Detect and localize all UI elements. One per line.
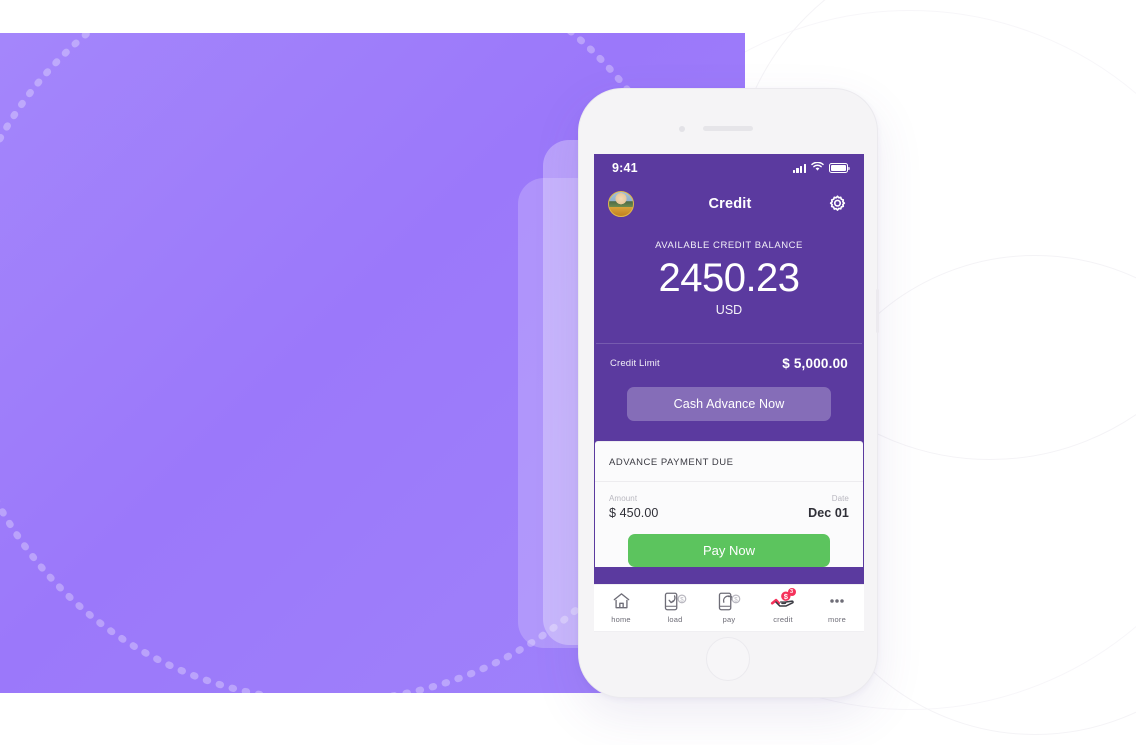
battery-icon [829,163,850,173]
tab-label: load [667,615,683,624]
tab-label: credit [773,615,793,624]
balance-currency: USD [715,303,743,317]
page-root: 9:41 Credit AVAILABLE CREDIT BALANCE 245… [0,0,1136,745]
bottom-tab-bar: home $ load $ pay $ 3 credit more [594,584,864,632]
tab-more[interactable]: more [813,590,861,624]
credit-badge: 3 [787,588,796,596]
signal-bars-icon [792,163,806,173]
load-phone-icon: $ [662,590,688,612]
phone-home-button[interactable] [706,637,750,681]
balance-amount: 2450.23 [658,256,800,300]
avatar[interactable] [608,191,634,217]
app-title-bar: Credit [594,182,864,226]
amount-value: $ 450.00 [609,506,659,520]
pay-now-button[interactable]: Pay Now [628,534,830,567]
status-time: 9:41 [612,161,638,175]
home-icon [611,590,632,612]
cash-advance-button[interactable]: Cash Advance Now [627,387,831,421]
cash-advance-button-wrap: Cash Advance Now [594,381,864,441]
advance-payment-details: Amount $ 450.00 Date Dec 01 [595,482,863,520]
tab-pay[interactable]: $ pay [705,590,753,624]
balance-label: AVAILABLE CREDIT BALANCE [655,240,803,251]
advance-payment-heading: ADVANCE PAYMENT DUE [595,442,863,482]
date-field: Date Dec 01 [808,494,849,520]
date-label: Date [831,494,849,503]
balance-block: AVAILABLE CREDIT BALANCE 2450.23 USD [594,226,864,343]
credit-limit-label: Credit Limit [610,358,660,369]
tab-label: pay [722,615,736,624]
wifi-icon [811,159,824,177]
credit-limit-value: $ 5,000.00 [782,356,848,371]
credit-limit-row: Credit Limit $ 5,000.00 [594,344,864,381]
phone-mockup: 9:41 Credit AVAILABLE CREDIT BALANCE 245… [578,88,879,698]
page-title: Credit [708,196,752,212]
tab-load[interactable]: $ load [651,590,699,624]
hand-coin-icon: $ 3 [770,588,797,612]
pay-button-wrap: Pay Now [595,520,863,567]
status-icon-group [792,159,850,177]
advance-payment-card: ADVANCE PAYMENT DUE Amount $ 450.00 Date… [595,441,863,567]
tab-home[interactable]: home [597,590,645,624]
pay-phone-icon: $ [716,590,742,612]
status-bar: 9:41 [594,154,864,182]
app-header-section: 9:41 Credit AVAILABLE CREDIT BALANCE 245… [594,154,864,441]
amount-label: Amount [609,494,638,503]
amount-field: Amount $ 450.00 [609,494,658,520]
more-dots-icon [826,590,848,612]
tab-credit[interactable]: $ 3 credit [759,588,807,624]
tab-label: more [828,615,846,624]
date-value: Dec 01 [808,506,849,520]
phone-speaker [703,126,753,131]
app-screen: 9:41 Credit AVAILABLE CREDIT BALANCE 245… [594,154,864,584]
gear-icon[interactable] [826,193,848,215]
phone-camera-icon [679,126,685,132]
phone-side-button [876,289,879,333]
tab-label: home [611,615,631,624]
